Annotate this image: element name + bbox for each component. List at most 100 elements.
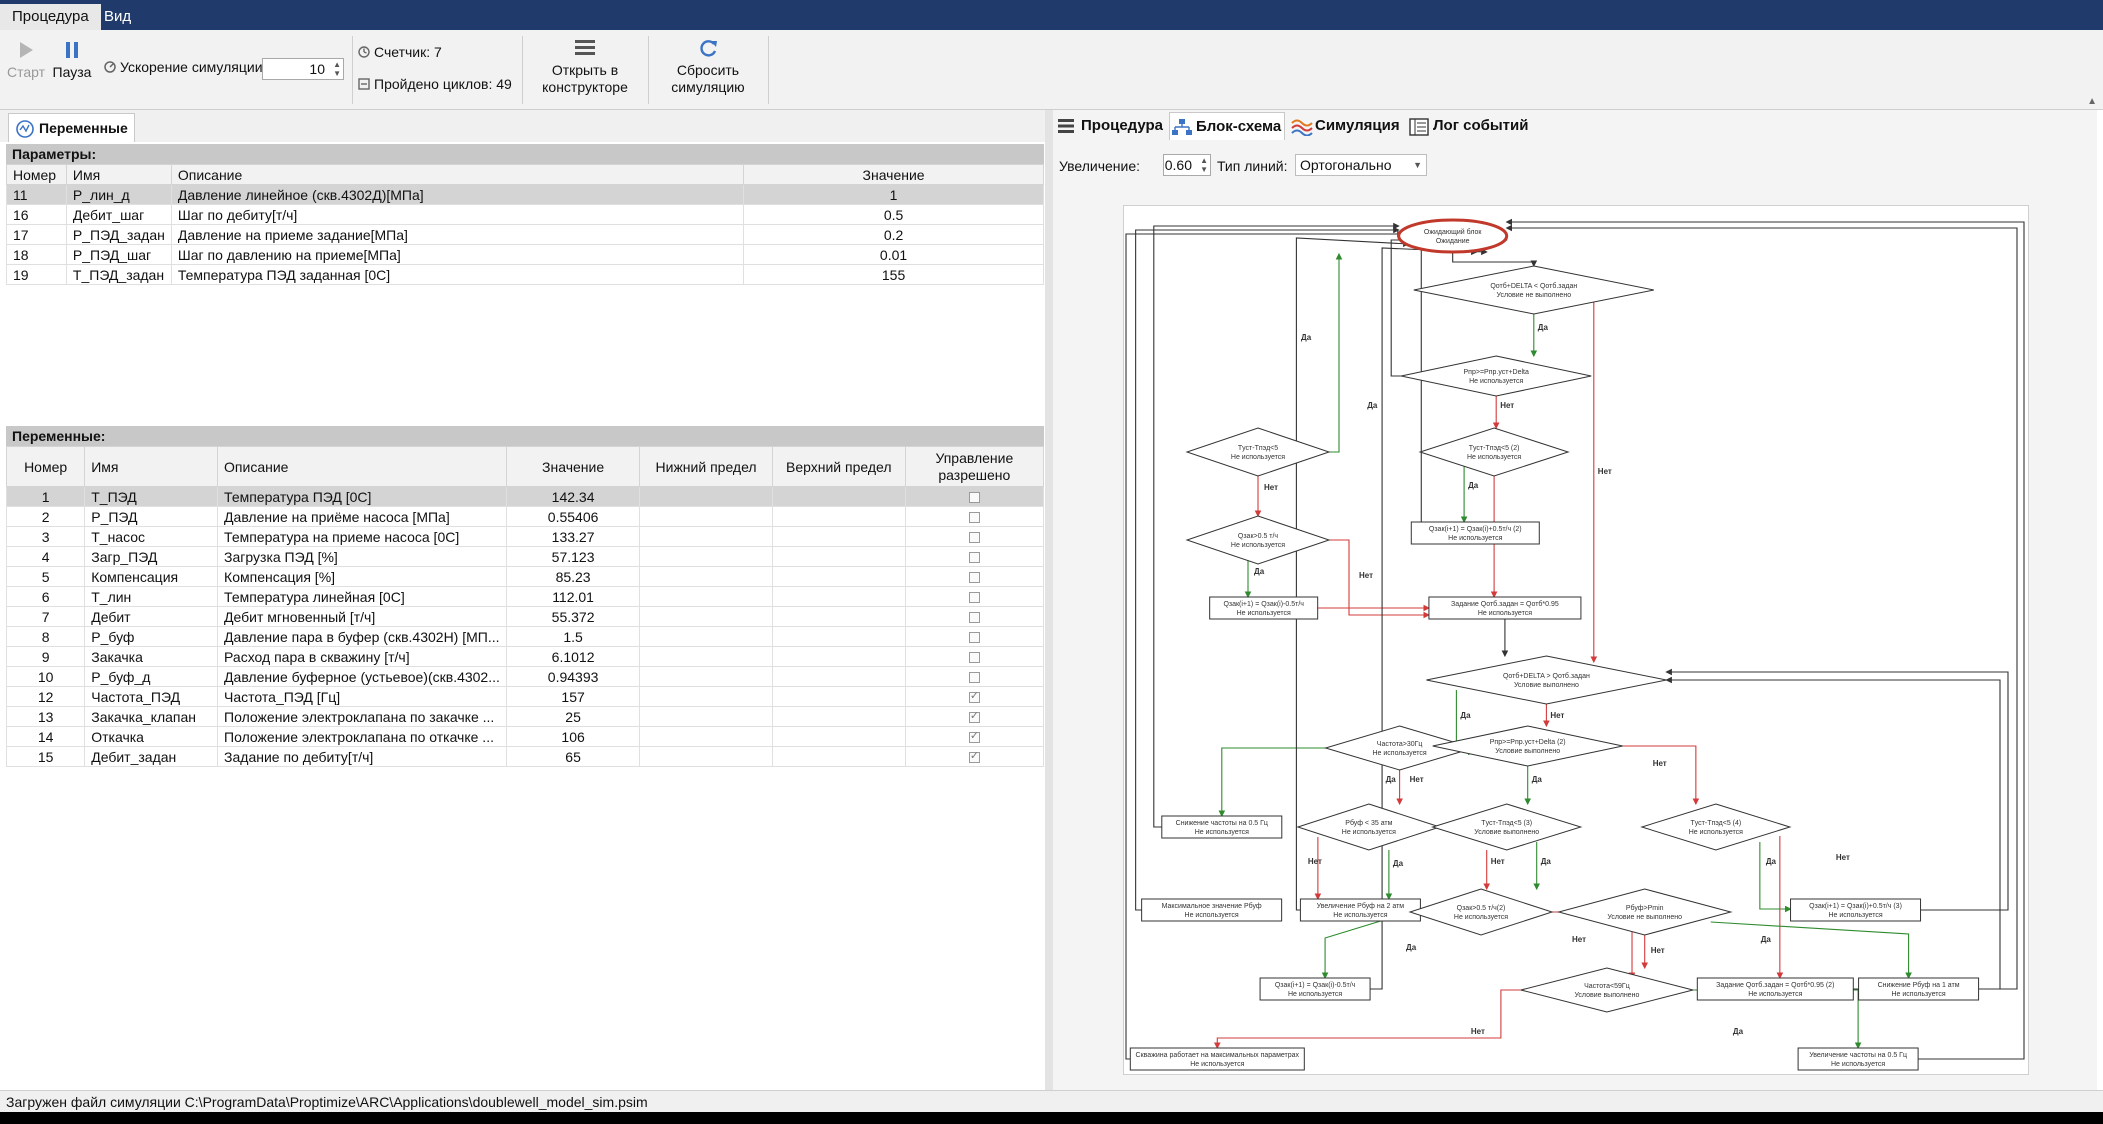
lower-limit-cell[interactable] bbox=[639, 626, 773, 647]
control-allowed-checkbox[interactable] bbox=[968, 572, 980, 584]
flowchart-node-b4[interactable]: Снижение частоты на 0.5 Гц Не используетс… bbox=[1161, 815, 1283, 839]
table-cell[interactable]: Температура линейная [0С] bbox=[217, 586, 507, 607]
table-row[interactable]: 2 P_ПЭД Давление на приёме насоса [МПа] 0.5… bbox=[5, 506, 1045, 527]
control-allowed-checkbox[interactable] bbox=[968, 749, 980, 764]
speed-stepper[interactable]: 10 ▲ ▼ bbox=[262, 58, 344, 80]
table-row[interactable]: 3 T_насос Температура на приеме насоса [0С… bbox=[5, 526, 1045, 547]
flowchart-node-d4[interactable]: Tуст-Tпэд<5 (2) Не используется bbox=[1418, 427, 1570, 477]
table-row[interactable]: 1 T_ПЭД Температура ПЭД [0С] 142.34 bbox=[5, 486, 1045, 507]
tab-variables[interactable]: Переменные bbox=[8, 113, 135, 142]
control-allowed-checkbox[interactable] bbox=[968, 652, 980, 664]
control-allowed-cell[interactable] bbox=[904, 526, 1045, 547]
table-cell[interactable]: 6.1012 bbox=[505, 646, 641, 667]
table-cell[interactable]: 4 bbox=[5, 546, 86, 567]
control-allowed-checkbox[interactable] bbox=[968, 512, 980, 524]
control-allowed-cell[interactable] bbox=[904, 566, 1045, 587]
reset-simulation-button[interactable]: Сбросить симуляцию bbox=[656, 38, 760, 96]
col-number[interactable]: Номер bbox=[5, 446, 86, 487]
col-description[interactable]: Описание bbox=[217, 446, 507, 487]
upper-limit-cell[interactable] bbox=[771, 566, 906, 587]
control-allowed-checkbox[interactable] bbox=[968, 632, 980, 644]
upper-limit-cell[interactable] bbox=[771, 506, 906, 527]
flowchart-node-d3[interactable]: Tуст-Tпэд<5 Не используется bbox=[1185, 427, 1331, 477]
table-row[interactable]: 16 Дебит_шаг Шаг по дебиту[т/ч] 0.5 bbox=[6, 204, 1044, 225]
tab-procedure[interactable]: Процедура bbox=[1055, 112, 1167, 140]
tab-simulation[interactable]: Симуляция bbox=[1289, 112, 1403, 140]
flowchart-node-b12[interactable]: Увеличение частоты на 0.5 Гц Не используе… bbox=[1797, 1047, 1919, 1071]
table-cell[interactable]: 155 bbox=[743, 264, 1044, 285]
table-cell[interactable]: 112.01 bbox=[505, 586, 641, 607]
lower-limit-cell[interactable] bbox=[639, 546, 773, 567]
flowchart-node-d9[interactable]: Pбуф < 35 атм Не используется bbox=[1296, 803, 1442, 851]
table-cell[interactable]: 7 bbox=[5, 606, 86, 627]
tab-event-log[interactable]: Лог событий bbox=[1407, 112, 1533, 140]
upper-limit-cell[interactable] bbox=[771, 706, 906, 727]
table-cell[interactable]: 55.372 bbox=[505, 606, 641, 627]
control-allowed-cell[interactable] bbox=[904, 586, 1045, 607]
table-cell[interactable]: P_лин_д bbox=[65, 184, 172, 205]
table-cell[interactable]: 12 bbox=[5, 686, 86, 707]
lower-limit-cell[interactable] bbox=[639, 726, 773, 747]
panel-splitter[interactable] bbox=[1045, 110, 1053, 1090]
table-cell[interactable]: Давление буферное (устьевое)(скв.4302... bbox=[217, 666, 507, 687]
control-allowed-cell[interactable] bbox=[904, 706, 1045, 727]
control-allowed-checkbox[interactable] bbox=[968, 709, 980, 724]
upper-limit-cell[interactable] bbox=[771, 486, 906, 507]
control-allowed-cell[interactable] bbox=[904, 726, 1045, 747]
col-number[interactable]: Номер bbox=[6, 164, 67, 185]
control-allowed-checkbox[interactable] bbox=[968, 612, 980, 624]
table-cell[interactable]: Давление линейное (скв.4302Д)[МПа] bbox=[170, 184, 745, 205]
control-allowed-cell[interactable] bbox=[904, 686, 1045, 707]
table-row[interactable]: 11 P_лин_д Давление линейное (скв.4302Д)[М… bbox=[6, 184, 1044, 205]
table-cell[interactable]: 6 bbox=[5, 586, 86, 607]
table-cell[interactable]: P_ПЭД bbox=[84, 506, 219, 527]
table-cell[interactable]: P_ПЭД_задан bbox=[65, 224, 172, 245]
table-cell[interactable]: 25 bbox=[505, 706, 641, 727]
table-cell[interactable]: 9 bbox=[5, 646, 86, 667]
table-cell[interactable]: 106 bbox=[505, 726, 641, 747]
table-cell[interactable]: 11 bbox=[6, 184, 67, 205]
table-cell[interactable]: Дебит bbox=[84, 606, 219, 627]
upper-limit-cell[interactable] bbox=[771, 606, 906, 627]
table-cell[interactable]: Дебит_шаг bbox=[65, 204, 172, 225]
upper-limit-cell[interactable] bbox=[771, 726, 906, 747]
lower-limit-cell[interactable] bbox=[639, 506, 773, 527]
table-cell[interactable]: Компенсация bbox=[84, 566, 219, 587]
table-row[interactable]: 9 Закачка Расход пара в скважину [т/ч] 6.10… bbox=[5, 646, 1045, 667]
flowchart-node-d5[interactable]: Qзак>0.5 т/ч Не используется bbox=[1185, 515, 1331, 565]
table-row[interactable]: 19 T_ПЭД_задан Температура ПЭД заданная [0… bbox=[6, 264, 1044, 285]
col-lower-limit[interactable]: Нижний предел bbox=[639, 446, 773, 487]
zoom-stepper[interactable]: 0.60 ▲ ▼ bbox=[1163, 154, 1211, 176]
control-allowed-checkbox[interactable] bbox=[968, 532, 980, 544]
flowchart-node-d12[interactable]: Qзак>0.5 т/ч(2) Не используется bbox=[1408, 888, 1554, 936]
table-cell[interactable]: 2 bbox=[5, 506, 86, 527]
flowchart-node-b6[interactable]: Увеличение Pбуф на 2 атм Не используется bbox=[1299, 898, 1421, 922]
table-row[interactable]: 10 P_буф_д Давление буферное (устьевое)(ск… bbox=[5, 666, 1045, 687]
flowchart-node-b11[interactable]: Скважина работает на максимальных параме… bbox=[1129, 1047, 1305, 1071]
table-cell[interactable]: Температура ПЭД [0С] bbox=[217, 486, 507, 507]
table-cell[interactable]: Загрузка ПЭД [%] bbox=[217, 546, 507, 567]
control-allowed-cell[interactable] bbox=[904, 546, 1045, 567]
table-row[interactable]: 13 Закачка_клапан Положение электроклапана… bbox=[5, 706, 1045, 727]
flowchart-canvas[interactable]: Ожидающий блок Ожидание Qотб+DELTA < Qотб.… bbox=[1123, 205, 2029, 1075]
flowchart-node-d8[interactable]: Pпр>=Pпр.уст+Delta (2) Условие выполнено bbox=[1432, 725, 1623, 767]
col-name[interactable]: Имя bbox=[65, 164, 172, 185]
table-cell[interactable]: 0.01 bbox=[743, 244, 1044, 265]
flowchart-node-b9[interactable]: Задание Qотб.задан = Qотб*0.95 (2) Не исп… bbox=[1696, 977, 1854, 1001]
table-row[interactable]: 17 P_ПЭД_задан Давление на приеме задание[… bbox=[6, 224, 1044, 245]
flowchart-node-b8[interactable]: Qзак(i+1) = Qзак(i)-0.5т/ч Не используетс… bbox=[1259, 977, 1371, 1001]
table-cell[interactable]: 16 bbox=[6, 204, 67, 225]
table-cell[interactable]: 157 bbox=[505, 686, 641, 707]
upper-limit-cell[interactable] bbox=[771, 626, 906, 647]
tab-flowchart[interactable]: Блок-схема bbox=[1169, 112, 1285, 140]
table-row[interactable]: 14 Откачка Положение электроклапана по отк… bbox=[5, 726, 1045, 747]
table-cell[interactable]: P_буф_д bbox=[84, 666, 219, 687]
control-allowed-checkbox[interactable] bbox=[968, 729, 980, 744]
flowchart-node-d10[interactable]: Tуст-Tпэд<5 (3) Условие выполнено bbox=[1431, 803, 1583, 851]
stepper-arrows-icon[interactable]: ▲ ▼ bbox=[1200, 156, 1208, 174]
control-allowed-checkbox[interactable] bbox=[968, 689, 980, 704]
table-cell[interactable]: Откачка bbox=[84, 726, 219, 747]
table-row[interactable]: 12 Частота_ПЭД Частота_ПЭД [Гц] 157 bbox=[5, 686, 1045, 707]
table-cell[interactable]: Шаг по давлению на приеме[МПа] bbox=[170, 244, 745, 265]
flowchart-node-d6[interactable]: Qотб+DELTA > Qотб.задан Условие выполнено bbox=[1426, 655, 1667, 705]
